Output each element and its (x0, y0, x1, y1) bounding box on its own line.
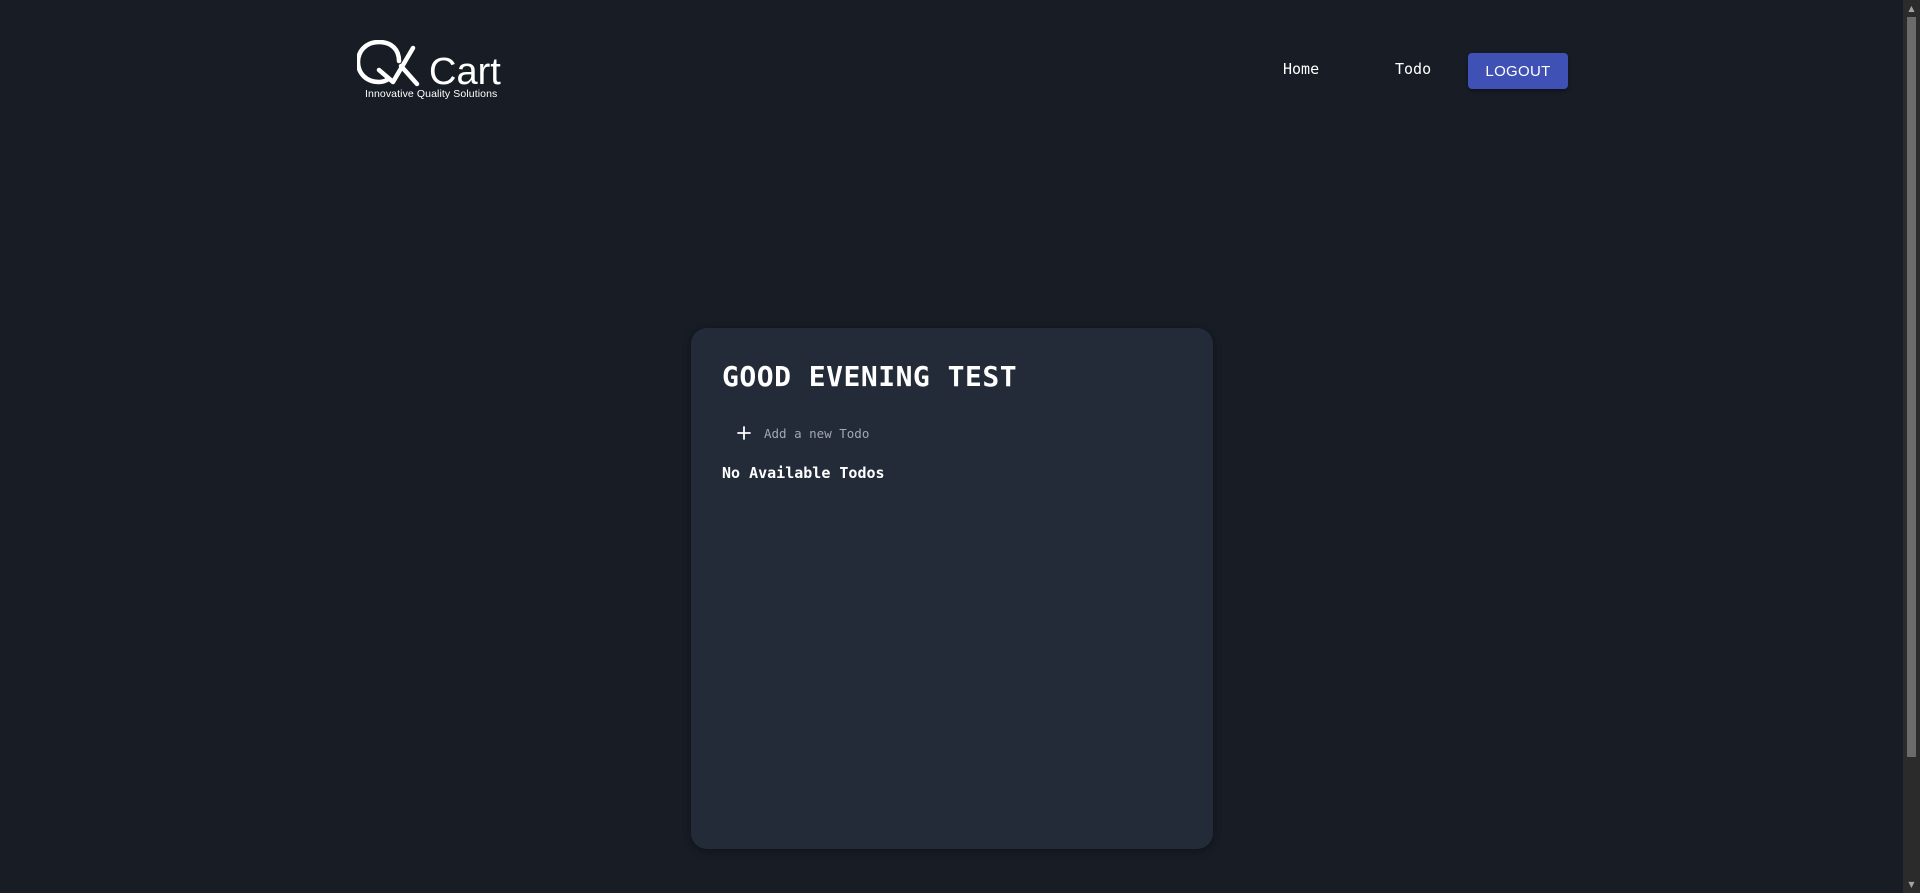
nav-todo-link[interactable]: Todo (1395, 60, 1431, 78)
logo-tagline: Innovative Quality Solutions (365, 88, 498, 100)
empty-todos-message: No Available Todos (722, 464, 885, 482)
plus-icon[interactable] (735, 424, 753, 442)
scroll-down-arrow-icon[interactable]: ▼ (1903, 876, 1920, 893)
vertical-scrollbar[interactable]: ▲ ▼ (1903, 0, 1920, 893)
qkart-logo-mark: Cart (357, 40, 501, 92)
logout-button[interactable]: LOGOUT (1468, 53, 1568, 89)
qkart-logo[interactable]: Cart Innovative Quality Solutions (357, 40, 509, 104)
todo-card: GOOD EVENING TEST No Available Todos (691, 328, 1213, 849)
greeting-heading: GOOD EVENING TEST (722, 360, 1018, 393)
nav-home-link[interactable]: Home (1283, 60, 1319, 78)
scrollbar-thumb[interactable] (1907, 17, 1916, 757)
svg-text:Cart: Cart (429, 51, 501, 92)
add-todo-row (735, 418, 1175, 448)
scroll-up-arrow-icon[interactable]: ▲ (1903, 0, 1920, 17)
page: Cart Innovative Quality Solutions Home T… (0, 0, 1920, 893)
add-todo-input[interactable] (764, 425, 1144, 441)
